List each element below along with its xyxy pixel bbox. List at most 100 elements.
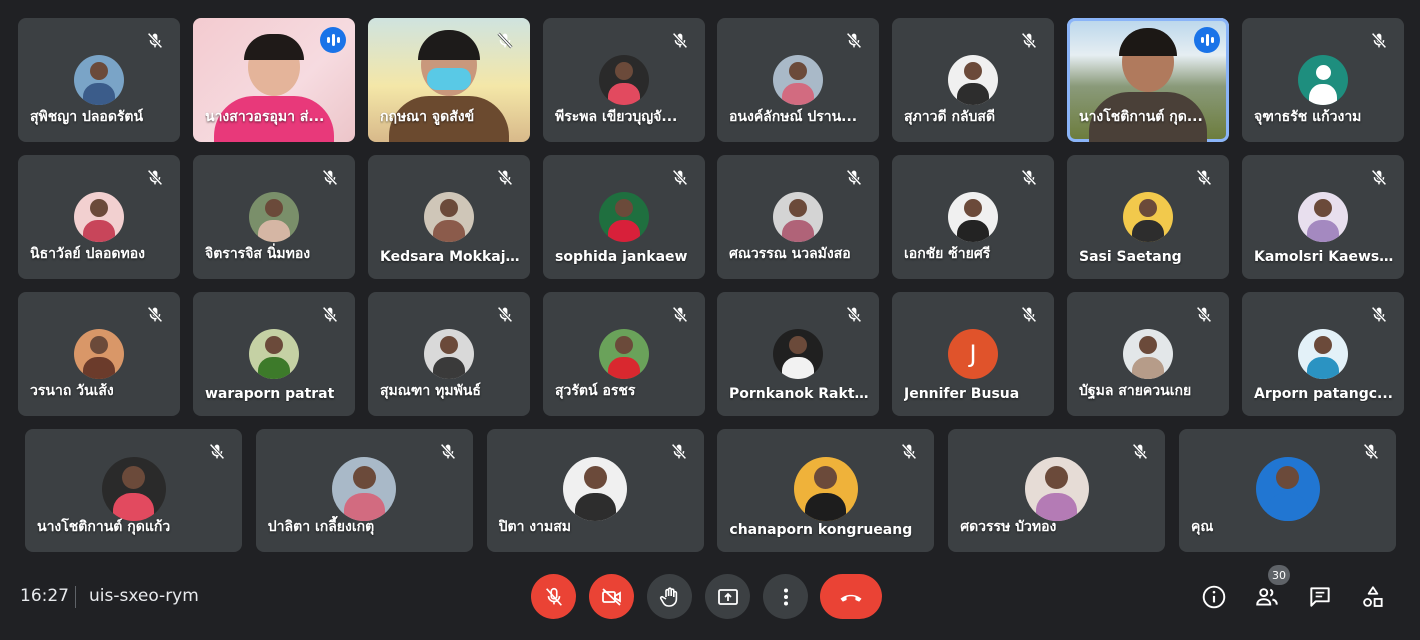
mic-off-icon (437, 441, 459, 463)
participant-tile[interactable]: กฤษณา จูดสังข์ (368, 18, 530, 142)
avatar (1298, 329, 1348, 379)
participant-name: บัฐมล สายควนเกย (1079, 383, 1192, 399)
mic-off-icon (144, 30, 166, 52)
participant-tile[interactable]: waraporn patrat (193, 292, 355, 416)
participant-tile[interactable]: คุณ (1179, 429, 1396, 552)
avatar-initial: J (948, 329, 998, 379)
chat-button[interactable] (1306, 583, 1334, 611)
raise-hand-button[interactable] (647, 574, 692, 619)
participant-tile[interactable]: พีระพล เขียวบุญจั... (543, 18, 705, 142)
participant-tile[interactable]: ปาลิตา เกลี้ยงเกตุ (255, 429, 473, 552)
participant-tile[interactable]: สุภาวดี กลับสดี (892, 18, 1054, 142)
hand-icon (659, 586, 677, 607)
participant-tile[interactable]: ศดวรรษ บัวทอง (948, 429, 1166, 552)
avatar (101, 457, 166, 521)
present-screen-icon (717, 588, 738, 605)
avatar (599, 192, 649, 242)
participant-tile[interactable]: นางสาวอรอุมา ส่... (193, 18, 355, 142)
mic-off-icon (1368, 167, 1390, 189)
participant-name: นางโชติกานต์ กุดแก้ว (37, 519, 171, 535)
info-icon (1202, 585, 1226, 609)
participant-tile[interactable]: วรนาถ วันเส้ง (18, 292, 180, 416)
participant-name: sophida jankaew (555, 249, 688, 265)
people-button[interactable] (1253, 583, 1281, 611)
participant-tile[interactable]: บัฐมล สายควนเกย (1067, 292, 1229, 416)
participant-tile[interactable]: Kedsara Mokkajan (368, 155, 530, 279)
meeting-code[interactable]: uis-sxeo-rym (89, 586, 199, 606)
participant-tile[interactable]: จุฑาธรัช แก้วงาม (1242, 18, 1404, 142)
avatar (599, 55, 649, 105)
participant-name: waraporn patrat (205, 386, 335, 402)
participant-tile[interactable]: อนงค์ลักษณ์ ปราน... (717, 18, 879, 142)
present-now-button[interactable] (705, 574, 750, 619)
avatar (74, 55, 124, 105)
mic-off-icon (1018, 30, 1040, 52)
leave-call-button[interactable] (820, 574, 882, 619)
mic-off-icon (843, 167, 865, 189)
more-options-icon (783, 588, 788, 605)
avatar (1024, 457, 1089, 521)
participant-name: Kedsara Mokkajan (380, 249, 520, 265)
participant-tile[interactable]: สุพิชญา ปลอดรัตน์ (18, 18, 180, 142)
participant-tile[interactable]: J Jennifer Busua (892, 292, 1054, 416)
participant-name: ปิตา งามสม (498, 519, 572, 535)
participant-tile[interactable]: Kamolsri Kaews... (1242, 155, 1404, 279)
avatar (793, 457, 858, 521)
meeting-details-button[interactable] (1200, 583, 1228, 611)
avatar (249, 192, 299, 242)
avatar (773, 192, 823, 242)
participant-tile[interactable]: เอกชัย ซ้ายศรี (892, 155, 1054, 279)
more-options-button[interactable] (763, 574, 808, 619)
mic-off-icon (843, 304, 865, 326)
participant-name: อนงค์ลักษณ์ ปราน... (729, 109, 858, 125)
mic-off-icon (1193, 304, 1215, 326)
mic-off-icon (319, 167, 341, 189)
participant-tile[interactable]: ปิตา งามสม (486, 429, 704, 552)
participant-tile[interactable]: จิตรารจิส นิ่มทอง (193, 155, 355, 279)
participant-tile[interactable]: สุวรัตน์ อรชร (543, 292, 705, 416)
participant-tile[interactable]: Sasi Saetang (1067, 155, 1229, 279)
activities-button[interactable] (1359, 583, 1387, 611)
camera-toggle-button[interactable] (589, 574, 634, 619)
mic-off-icon (668, 441, 690, 463)
avatar (599, 329, 649, 379)
speaking-indicator-icon (320, 27, 346, 53)
avatar (948, 55, 998, 105)
participant-tile[interactable]: นางโชติกานต์ กุด... (1067, 18, 1229, 142)
participant-name: Arporn patangc... (1254, 386, 1393, 402)
mic-off-icon (1360, 441, 1382, 463)
mic-off-icon (898, 441, 920, 463)
participant-name: นางโชติกานต์ กุด... (1079, 109, 1203, 125)
mic-off-icon (494, 30, 516, 52)
avatar (332, 457, 397, 521)
participant-name: chanaporn kongrueang (729, 522, 913, 538)
participant-tile[interactable]: Arporn patangc... (1242, 292, 1404, 416)
mic-off-icon (1368, 30, 1390, 52)
participant-tile[interactable]: Pornkanok Rakt... (717, 292, 879, 416)
participant-name: Sasi Saetang (1079, 249, 1182, 265)
participant-tile[interactable]: sophida jankaew (543, 155, 705, 279)
mic-off-icon (494, 167, 516, 189)
mic-off-icon (1018, 304, 1040, 326)
mic-off-icon (1193, 167, 1215, 189)
participant-tile[interactable]: ศณวรรณ นวลมังสอ (717, 155, 879, 279)
participant-name: สุมณฑา ทุมพันธ์ (380, 383, 481, 399)
mic-off-icon (206, 441, 228, 463)
participant-name: Jennifer Busua (904, 386, 1020, 402)
participant-tile[interactable]: นิธาวัลย์ ปลอดทอง (18, 155, 180, 279)
mic-off-icon (1368, 304, 1390, 326)
avatar (1123, 329, 1173, 379)
participant-count-badge: 30 (1268, 565, 1290, 585)
participant-tile[interactable]: chanaporn kongrueang (717, 429, 935, 552)
activities-icon (1363, 586, 1383, 607)
mic-toggle-button[interactable] (531, 574, 576, 619)
participant-tile[interactable]: สุมณฑา ทุมพันธ์ (368, 292, 530, 416)
avatar (424, 329, 474, 379)
mic-off-icon (669, 167, 691, 189)
avatar (1255, 457, 1320, 521)
participant-name: จุฑาธรัช แก้วงาม (1254, 109, 1362, 125)
participant-tile[interactable]: นางโชติกานต์ กุดแก้ว (25, 429, 242, 552)
participant-name: สุวรัตน์ อรชร (555, 383, 636, 399)
mic-off-icon (669, 304, 691, 326)
avatar (773, 55, 823, 105)
